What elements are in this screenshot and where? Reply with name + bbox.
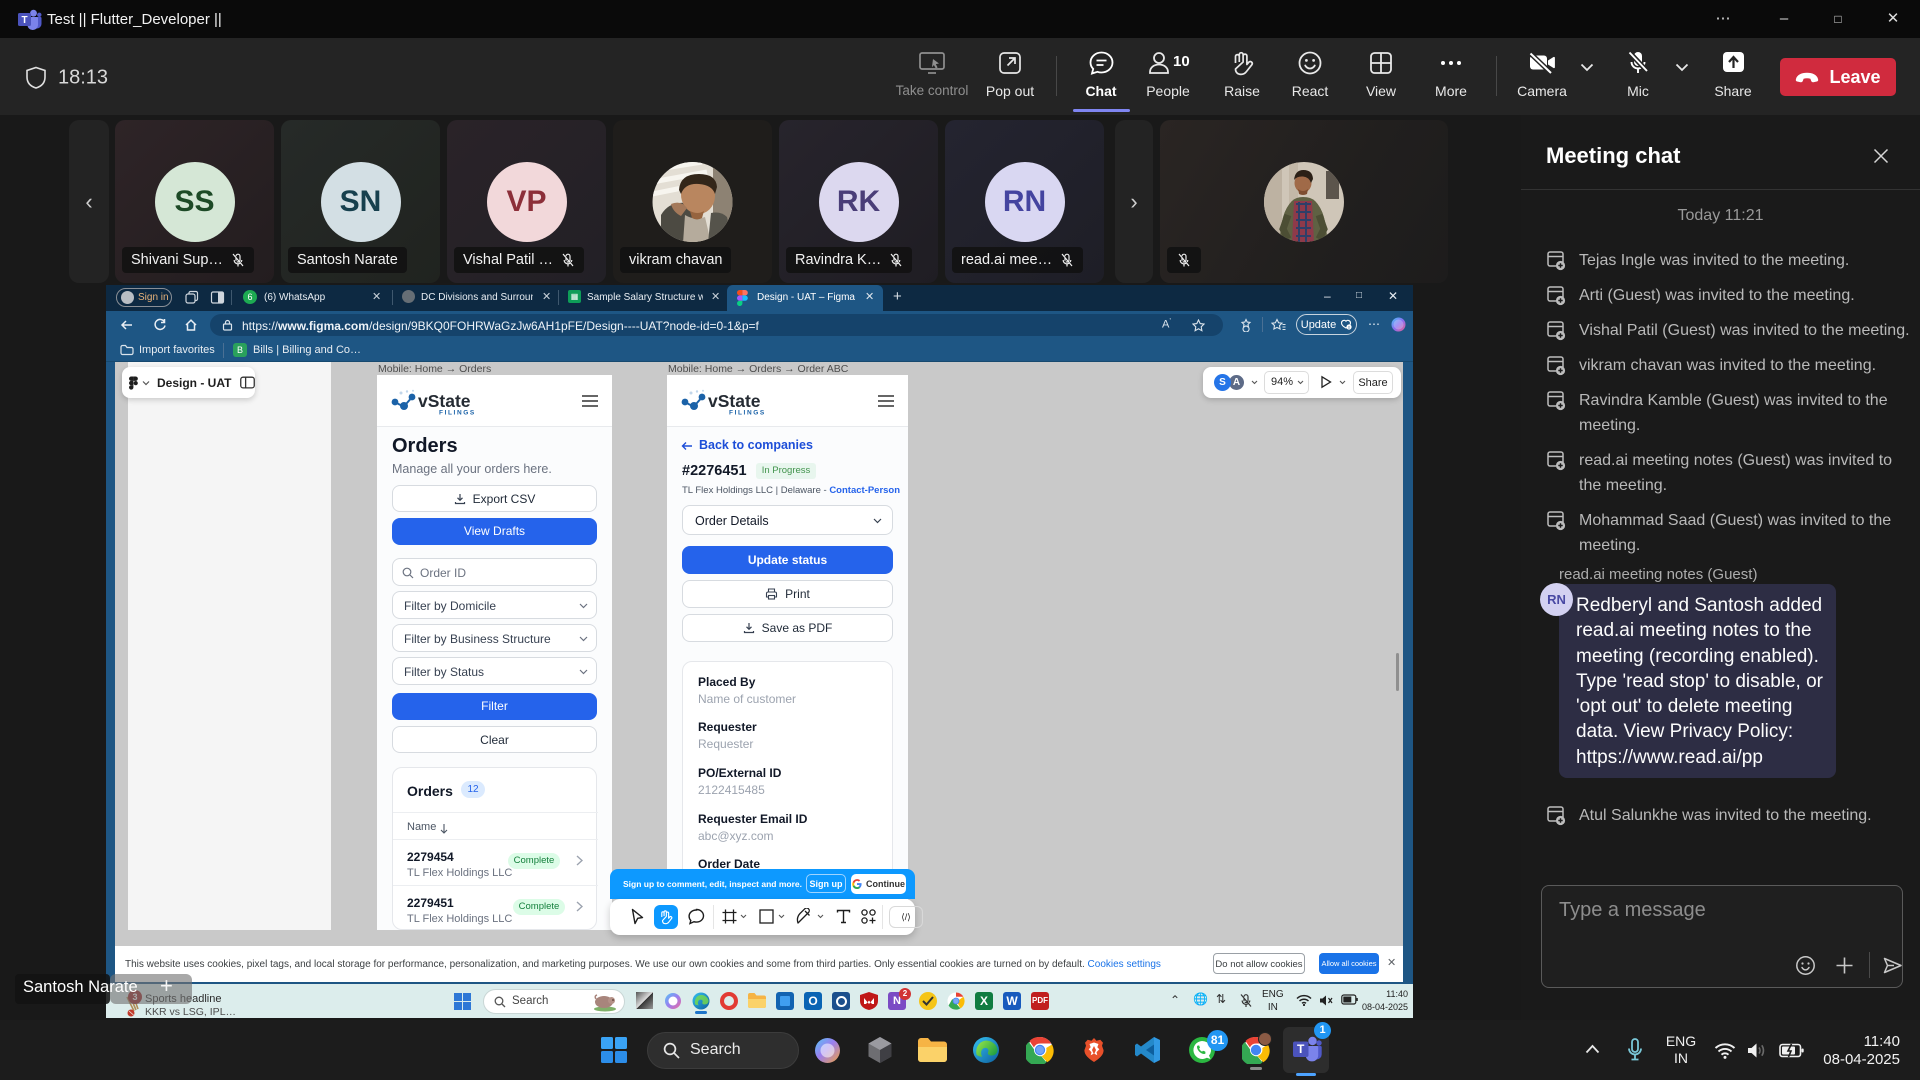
svg-text:T: T [1297, 1042, 1305, 1056]
svg-text:T: T [21, 15, 27, 26]
svg-text:FILINGS: FILINGS [439, 410, 476, 417]
svg-text:vState: vState [708, 391, 761, 411]
svg-text:10: 10 [1173, 53, 1190, 70]
svg-text:FILINGS: FILINGS [729, 410, 766, 417]
svg-text:vState: vState [418, 391, 471, 411]
